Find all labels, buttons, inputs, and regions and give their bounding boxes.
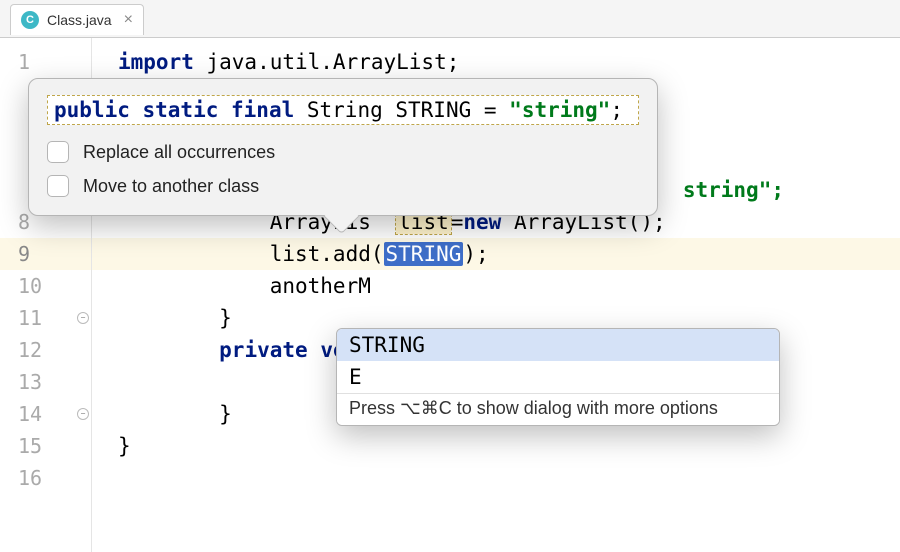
checkbox-replace-all[interactable] bbox=[47, 141, 69, 163]
completion-hint: Press ⌥⌘C to show dialog with more optio… bbox=[337, 393, 779, 425]
tab-bar: C Class.java × bbox=[0, 0, 900, 38]
line-number: 16 bbox=[0, 462, 91, 494]
move-class-label: Move to another class bbox=[83, 176, 259, 197]
line-number: 12 bbox=[0, 334, 91, 366]
class-file-icon: C bbox=[21, 11, 39, 29]
editor-tab[interactable]: C Class.java × bbox=[10, 4, 144, 35]
fold-icon[interactable]: − bbox=[77, 408, 89, 420]
extract-preview: public static final String STRING = "str… bbox=[47, 95, 639, 125]
replace-all-row[interactable]: Replace all occurrences bbox=[47, 141, 639, 163]
line-number: 15 bbox=[0, 430, 91, 462]
completion-item[interactable]: E bbox=[337, 361, 779, 393]
code-line: import java.util.ArrayList; bbox=[92, 46, 900, 78]
selection: STRING bbox=[384, 242, 464, 266]
tab-label: Class.java bbox=[47, 12, 112, 28]
line-number: 13 bbox=[0, 366, 91, 398]
line-number: 1 bbox=[0, 46, 91, 78]
code-line bbox=[92, 462, 900, 494]
completion-item[interactable]: STRING bbox=[337, 329, 779, 361]
code-line: } bbox=[92, 430, 900, 462]
completion-popup: STRINGEPress ⌥⌘C to show dialog with mor… bbox=[336, 328, 780, 426]
checkbox-move-class[interactable] bbox=[47, 175, 69, 197]
line-number: 11− bbox=[0, 302, 91, 334]
close-icon[interactable]: × bbox=[124, 12, 133, 28]
line-number: 14− bbox=[0, 398, 91, 430]
line-number: 10 bbox=[0, 270, 91, 302]
code-line-current: list.add(STRING); bbox=[92, 238, 900, 270]
fold-icon[interactable]: − bbox=[77, 312, 89, 324]
move-class-row[interactable]: Move to another class bbox=[47, 175, 639, 197]
replace-all-label: Replace all occurrences bbox=[83, 142, 275, 163]
line-number: 9 bbox=[0, 238, 91, 270]
code-line: anotherM bbox=[92, 270, 900, 302]
extract-constant-popup: public static final String STRING = "str… bbox=[28, 78, 658, 216]
